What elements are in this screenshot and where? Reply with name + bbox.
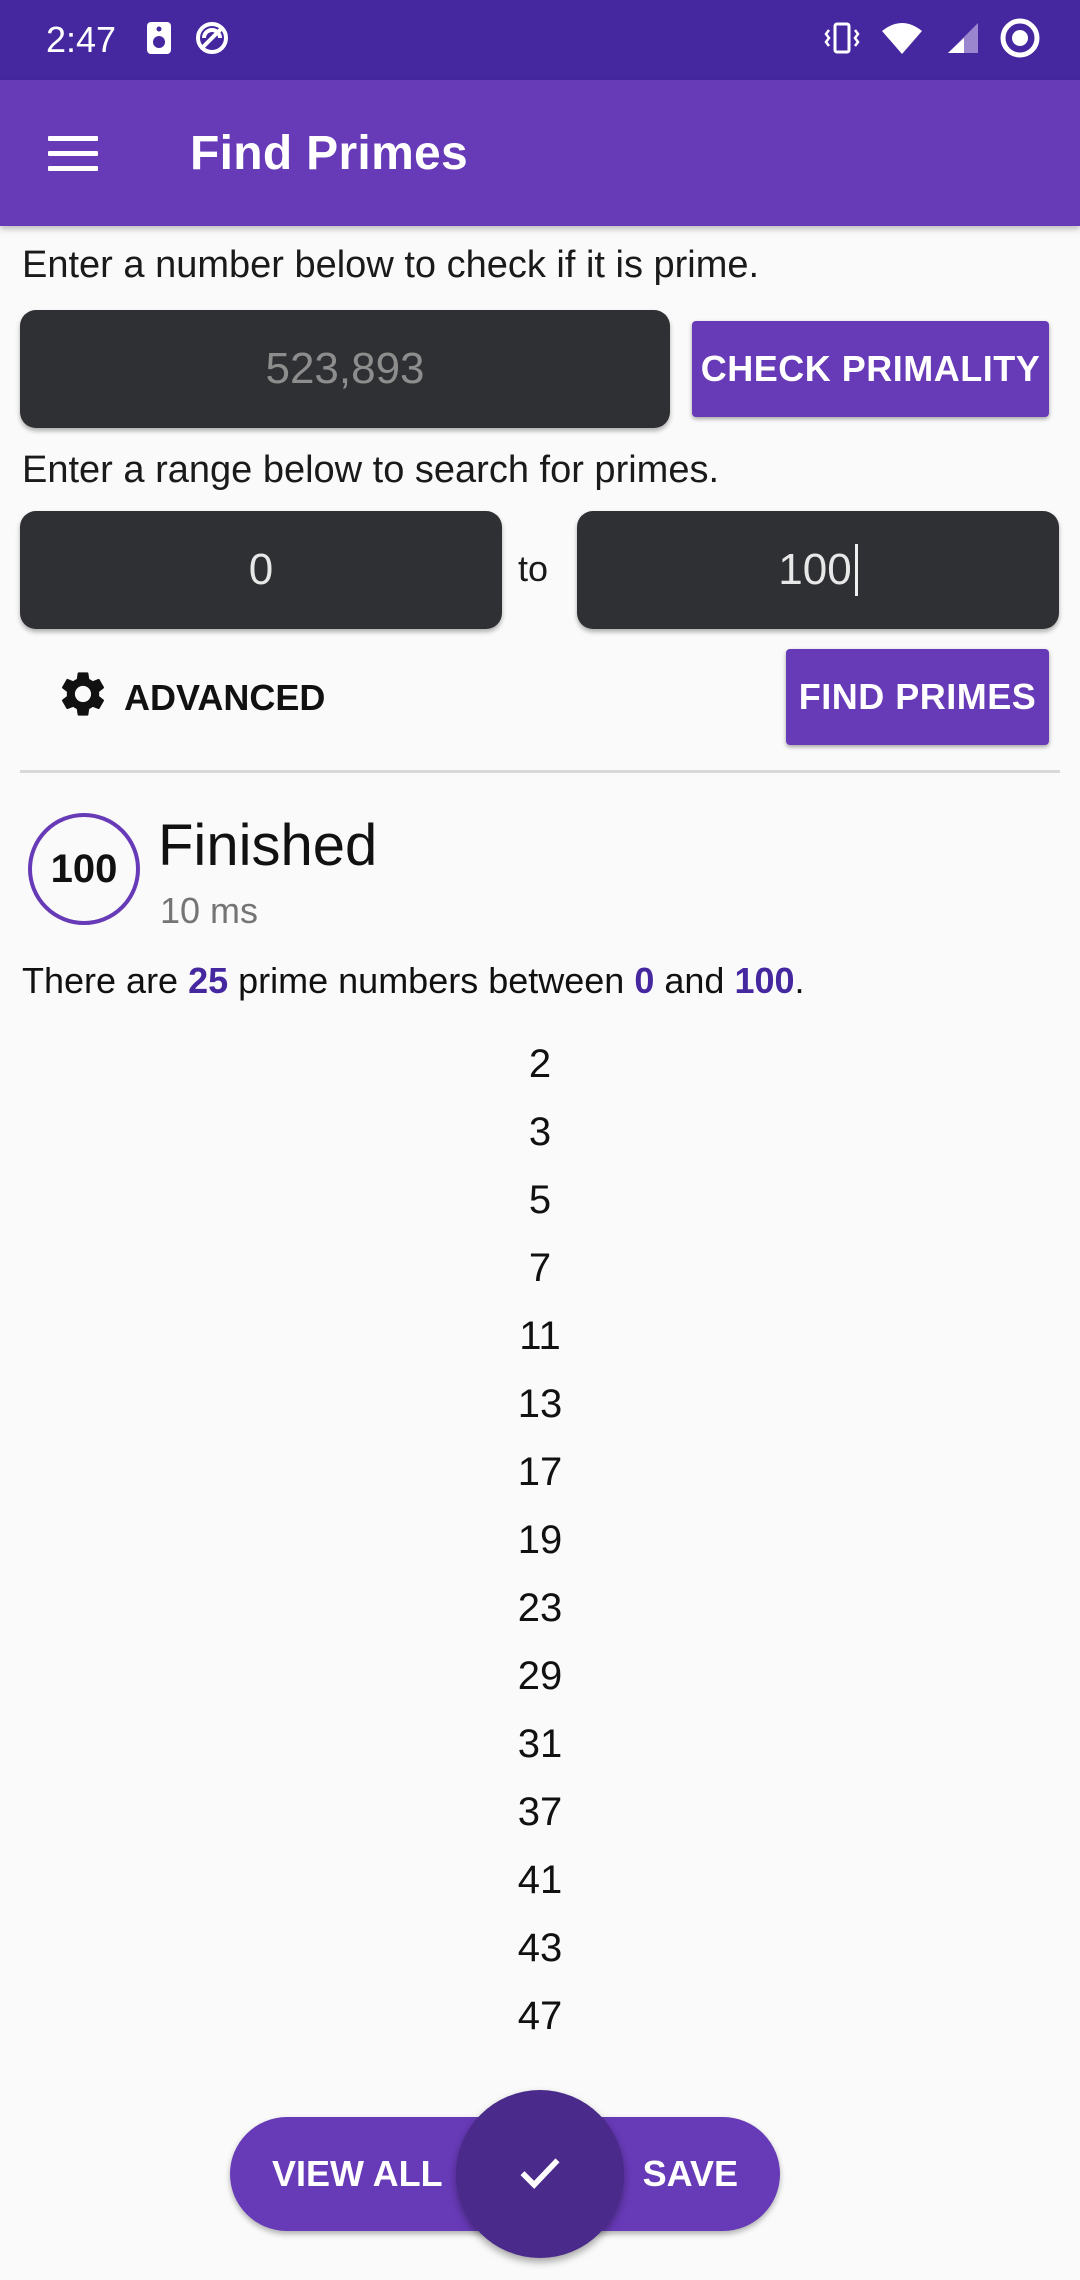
prime-list[interactable]: 2357111317192329313741434753 — [0, 1030, 1080, 2066]
gear-icon — [56, 667, 110, 730]
page-title: Find Primes — [190, 126, 469, 180]
list-item: 29 — [517, 1654, 563, 1698]
list-item: 13 — [517, 1382, 563, 1426]
range-start-input[interactable]: 0 — [20, 511, 502, 629]
list-item: 11 — [519, 1314, 561, 1358]
sync-icon — [194, 20, 230, 61]
elapsed-time: 10 ms — [160, 890, 259, 931]
divider — [20, 770, 1060, 773]
status-right-icons — [824, 18, 1040, 63]
advanced-label: ADVANCED — [124, 677, 326, 718]
range-end-input[interactable]: 100 — [577, 511, 1059, 629]
range-instructions: Enter a range below to search for primes… — [22, 449, 720, 491]
result-status: Finished — [158, 813, 378, 878]
app-bar: Find Primes — [0, 80, 1080, 226]
range-to-label: to — [518, 548, 549, 589]
record-icon — [1000, 18, 1040, 63]
status-left-icons — [146, 20, 230, 61]
status-bar: 2:47 — [0, 0, 1080, 80]
list-item: 23 — [517, 1586, 563, 1630]
list-item: 7 — [528, 1246, 552, 1290]
list-item: 31 — [517, 1722, 563, 1766]
number-input[interactable]: 523,893 — [20, 310, 670, 428]
check-instructions: Enter a number below to check if it is p… — [22, 244, 760, 286]
confirm-fab[interactable] — [456, 2090, 624, 2258]
summary-suffix: . — [794, 960, 805, 1001]
progress-value: 100 — [50, 846, 118, 891]
list-item: 47 — [517, 1994, 563, 2038]
list-item: 19 — [517, 1518, 563, 1562]
view-all-button[interactable]: VIEW ALL — [272, 2117, 443, 2231]
status-time: 2:47 — [46, 19, 117, 60]
summary-and: and — [654, 960, 735, 1001]
number-input-placeholder: 523,893 — [265, 344, 425, 393]
list-item: 53 — [0, 2050, 1080, 2066]
wifi-icon — [880, 21, 924, 60]
check-icon — [512, 2144, 568, 2205]
range-end-highlight: 100 — [734, 960, 795, 1001]
list-item: 41 — [517, 1858, 563, 1902]
check-primality-button[interactable]: CHECK PRIMALITY — [692, 321, 1049, 417]
result-summary: There are 25 prime numbers between 0 and… — [22, 960, 805, 1002]
prime-count: 25 — [188, 960, 229, 1001]
list-item: 17 — [517, 1450, 563, 1494]
text-cursor — [854, 544, 858, 596]
list-item: 5 — [528, 1178, 552, 1222]
speaker-icon — [146, 21, 172, 60]
list-item: 3 — [528, 1110, 552, 1154]
list-item: 2 — [528, 1042, 552, 1086]
list-item: 37 — [517, 1790, 563, 1834]
range-start-value: 0 — [248, 545, 274, 594]
save-button[interactable]: SAVE — [643, 2117, 738, 2231]
progress-indicator: 100 — [28, 813, 140, 925]
find-primes-button[interactable]: FIND PRIMES — [786, 649, 1049, 745]
list-item: 43 — [517, 1926, 563, 1970]
advanced-button[interactable]: ADVANCED — [56, 668, 325, 728]
signal-icon — [944, 21, 980, 60]
menu-icon[interactable] — [48, 126, 98, 181]
vibrate-icon — [824, 20, 860, 61]
summary-prefix: There are — [22, 960, 189, 1001]
range-start-highlight: 0 — [634, 960, 655, 1001]
summary-middle: prime numbers between — [228, 960, 635, 1001]
range-end-value: 100 — [778, 545, 852, 594]
